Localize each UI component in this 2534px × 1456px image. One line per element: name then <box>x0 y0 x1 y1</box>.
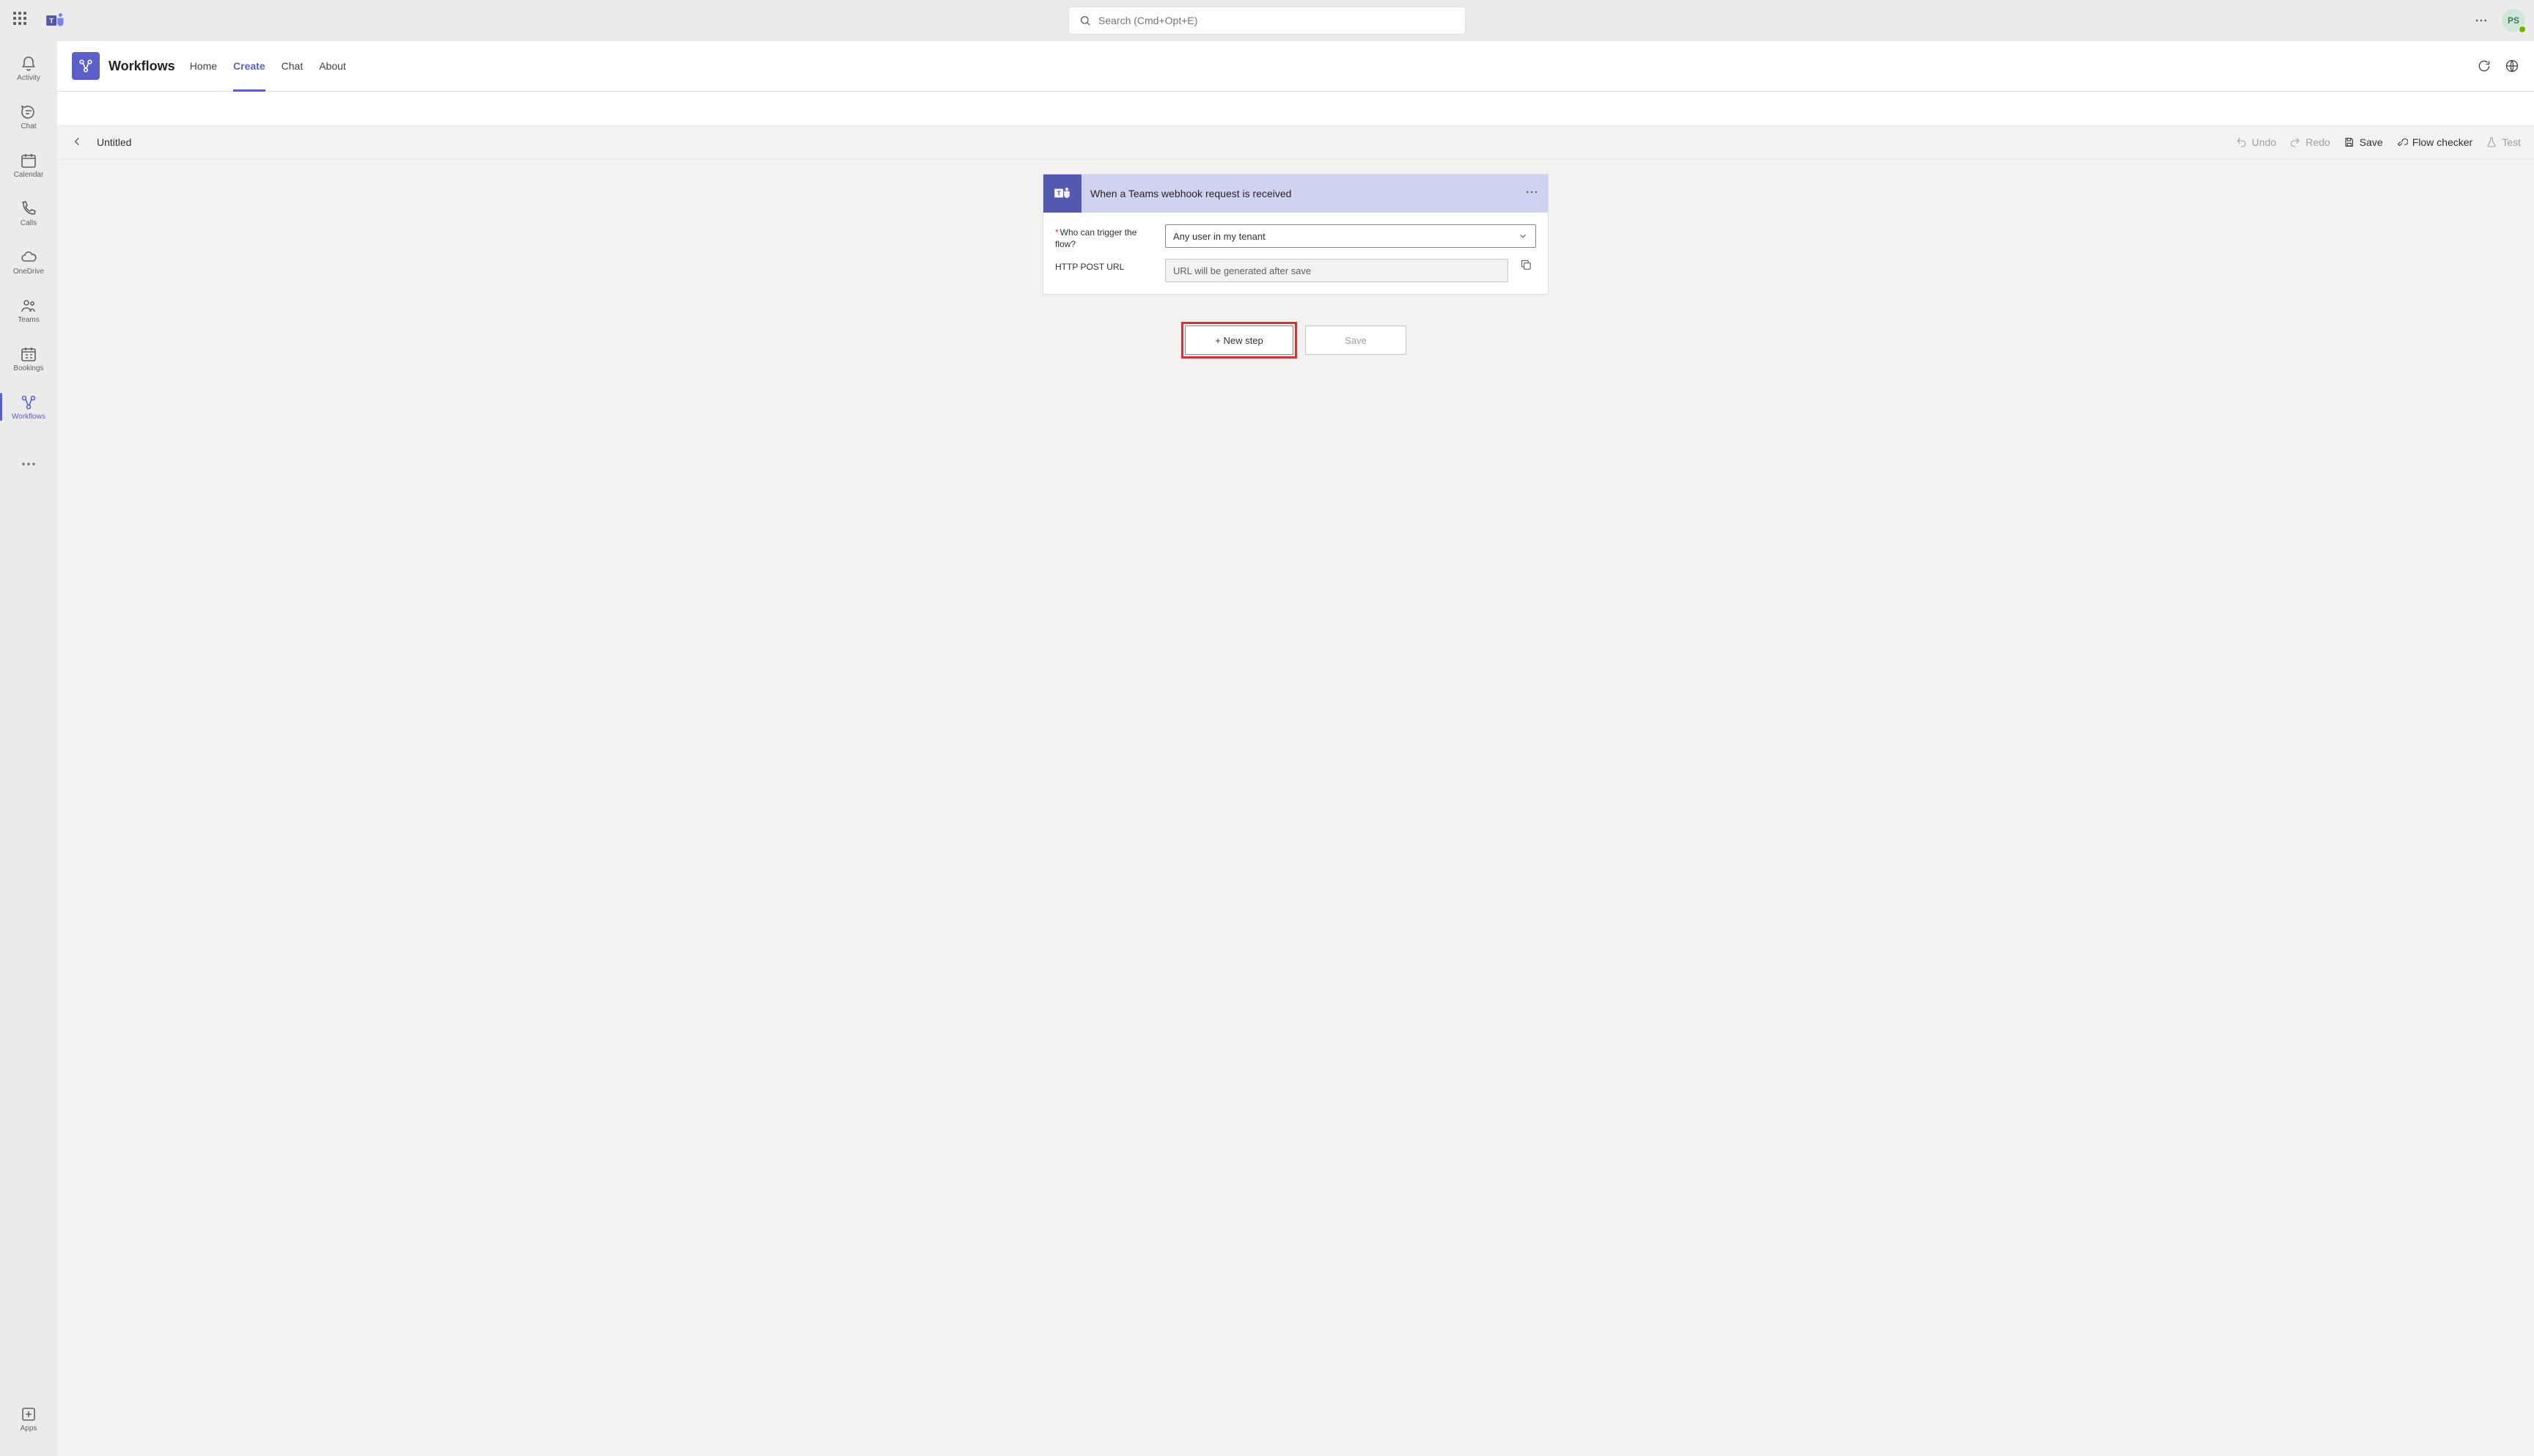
titlebar: T PS <box>0 0 2534 41</box>
rail-item-teams[interactable]: Teams <box>0 286 57 334</box>
chevron-down-icon <box>1518 231 1528 241</box>
rail-item-chat[interactable]: Chat <box>0 92 57 141</box>
save-flow-button[interactable]: Save <box>1305 326 1406 355</box>
rail-item-bookings[interactable]: Bookings <box>0 334 57 383</box>
designer-canvas: T When a Teams webhook request is receiv… <box>57 159 2534 1456</box>
trigger-menu-icon[interactable] <box>1524 185 1539 203</box>
presence-available-icon <box>2518 25 2527 34</box>
copy-url-button[interactable] <box>1516 259 1536 271</box>
rail-item-label: Bookings <box>13 364 43 372</box>
svg-text:T: T <box>49 18 54 25</box>
search-icon <box>1079 15 1091 26</box>
flow-checker-button[interactable]: Flow checker <box>2396 136 2472 148</box>
rail-item-onedrive[interactable]: OneDrive <box>0 238 57 286</box>
rail-item-label: Calendar <box>14 171 44 179</box>
tab-about[interactable]: About <box>319 41 346 91</box>
workflows-app-icon <box>72 52 100 80</box>
tab-home[interactable]: Home <box>190 41 217 91</box>
rail-item-apps[interactable]: Apps <box>0 1394 57 1443</box>
rail-item-label: OneDrive <box>13 268 44 276</box>
new-step-button[interactable]: + New step <box>1185 326 1293 355</box>
app-header: Workflows Home Create Chat About <box>57 41 2534 92</box>
rail-item-label: Chat <box>21 122 36 130</box>
tab-create[interactable]: Create <box>233 41 265 91</box>
app-title: Workflows <box>109 59 175 74</box>
rail-item-calls[interactable]: Calls <box>0 189 57 238</box>
rail-item-calendar[interactable]: Calendar <box>0 141 57 189</box>
rail-item-label: Activity <box>17 74 40 82</box>
back-button[interactable] <box>70 135 84 150</box>
search-input-wrap[interactable] <box>1069 7 1465 34</box>
app-body: Workflows Home Create Chat About Untitle… <box>57 41 2534 1456</box>
rail-item-label: Workflows <box>12 413 45 421</box>
flow-toolbar: Untitled Undo Redo Save Flow checker Tes… <box>57 125 2534 159</box>
trigger-title: When a Teams webhook request is received <box>1090 188 1524 199</box>
trigger-card: T When a Teams webhook request is receiv… <box>1043 174 1549 295</box>
teams-connector-icon: T <box>1043 174 1081 213</box>
flow-title[interactable]: Untitled <box>97 136 131 148</box>
field-label-who: *Who can trigger the flow? <box>1055 224 1158 250</box>
who-can-trigger-select[interactable]: Any user in my tenant <box>1165 224 1536 248</box>
trigger-header[interactable]: T When a Teams webhook request is receiv… <box>1043 174 1548 213</box>
redo-button: Redo <box>2289 136 2329 148</box>
field-label-url: HTTP POST URL <box>1055 259 1158 273</box>
search-input[interactable] <box>1098 15 1455 26</box>
refresh-icon[interactable] <box>2477 59 2491 73</box>
titlebar-more-icon[interactable] <box>2474 13 2489 28</box>
rail-item-label: Calls <box>21 219 37 227</box>
tab-chat[interactable]: Chat <box>282 41 304 91</box>
left-rail: Activity Chat Calendar Calls OneDrive Te… <box>0 41 57 1456</box>
waffle-icon[interactable] <box>13 12 31 29</box>
globe-icon[interactable] <box>2505 59 2519 73</box>
avatar[interactable]: PS <box>2502 9 2525 32</box>
avatar-initials: PS <box>2508 15 2519 26</box>
sub-header <box>57 92 2534 125</box>
undo-button: Undo <box>2236 136 2276 148</box>
save-button[interactable]: Save <box>2343 136 2383 148</box>
svg-text:T: T <box>1057 190 1061 197</box>
rail-item-label: Apps <box>21 1424 37 1433</box>
rail-item-workflows[interactable]: Workflows <box>0 383 57 431</box>
http-post-url-field: URL will be generated after save <box>1165 259 1508 282</box>
rail-item-label: Teams <box>18 316 39 324</box>
rail-item-activity[interactable]: Activity <box>0 44 57 92</box>
rail-more[interactable] <box>0 440 57 488</box>
test-button: Test <box>2486 136 2521 148</box>
teams-logo: T <box>44 9 67 32</box>
